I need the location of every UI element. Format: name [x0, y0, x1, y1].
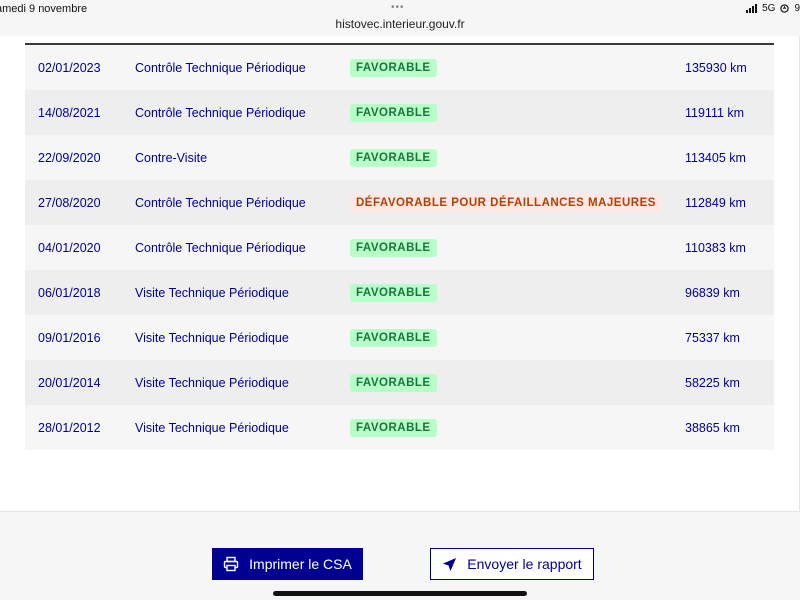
- home-indicator: [273, 591, 527, 596]
- result-cell: FAVORABLE: [350, 58, 437, 77]
- table-row: 22/09/2020 Contre-Visite FAVORABLE 113405 k…: [25, 135, 774, 180]
- odometer-reading: 58225 km: [685, 375, 740, 390]
- odometer-reading: 135930 km: [685, 60, 747, 75]
- result-cell: FAVORABLE: [350, 373, 437, 392]
- table-row: 09/01/2016 Visite Technique Périodique FAV…: [25, 315, 774, 360]
- cellular-signal-icon: [746, 4, 758, 13]
- result-badge: FAVORABLE: [350, 58, 437, 77]
- inspection-type: Visite Technique Périodique: [135, 375, 289, 390]
- table-row: 04/01/2020 Contrôle Technique Périodique F…: [25, 225, 774, 270]
- send-report-button[interactable]: Envoyer le rapport: [430, 548, 594, 580]
- printer-icon: [223, 556, 239, 572]
- inspection-table: 02/01/2023 Contrôle Technique Périodique F…: [25, 45, 774, 450]
- result-badge: FAVORABLE: [350, 373, 437, 392]
- result-badge: FAVORABLE: [350, 238, 437, 257]
- result-cell: FAVORABLE: [350, 283, 437, 302]
- print-csa-label: Imprimer le CSA: [249, 556, 352, 572]
- inspection-type: Contrôle Technique Périodique: [135, 60, 306, 75]
- status-indicators: 5G 9: [746, 3, 800, 14]
- odometer-reading: 110383 km: [685, 240, 746, 255]
- inspection-date: 27/08/2020: [38, 195, 101, 210]
- table-row: 28/01/2012 Visite Technique Périodique FAV…: [25, 405, 774, 450]
- inspection-date: 09/01/2016: [38, 330, 101, 345]
- inspection-date: 06/01/2018: [38, 285, 101, 300]
- odometer-reading: 38865 km: [685, 420, 740, 435]
- result-badge: FAVORABLE: [350, 103, 437, 122]
- result-cell: FAVORABLE: [350, 148, 437, 167]
- action-footer: Imprimer le CSA Envoyer le rapport: [0, 512, 800, 600]
- browser-status-bar: amedi 9 novembre ••• histovec.interieur.…: [0, 0, 800, 36]
- result-cell: FAVORABLE: [350, 328, 437, 347]
- address-bar-url[interactable]: histovec.interieur.gouv.fr: [0, 17, 800, 31]
- odometer-reading: 119111 km: [685, 105, 745, 120]
- inspection-type: Contre-Visite: [135, 150, 208, 165]
- result-cell: FAVORABLE: [350, 418, 437, 437]
- odometer-reading: 112849 km: [685, 195, 746, 210]
- more-options-icon[interactable]: •••: [391, 2, 405, 13]
- status-date: amedi 9 novembre: [0, 3, 88, 15]
- table-row: 20/01/2014 Visite Technique Périodique FAV…: [25, 360, 774, 405]
- inspection-date: 20/01/2014: [38, 375, 101, 390]
- odometer-reading: 75337 km: [685, 330, 740, 345]
- send-icon: [443, 557, 457, 571]
- inspection-date: 02/01/2023: [38, 60, 101, 75]
- inspection-type: Visite Technique Périodique: [135, 420, 289, 435]
- result-badge: FAVORABLE: [350, 148, 437, 167]
- inspection-type: Visite Technique Périodique: [135, 330, 289, 345]
- inspection-date: 28/01/2012: [38, 420, 101, 435]
- inspection-date: 14/08/2021: [38, 105, 101, 120]
- table-row: 14/08/2021 Contrôle Technique Périodique F…: [25, 90, 774, 135]
- table-row: 27/08/2020 Contrôle Technique Périodique D…: [25, 180, 774, 225]
- inspection-type: Contrôle Technique Périodique: [135, 195, 306, 210]
- odometer-reading: 113405 km: [685, 150, 746, 165]
- table-row: 06/01/2018 Visite Technique Périodique FAV…: [25, 270, 774, 315]
- table-row: 02/01/2023 Contrôle Technique Périodique F…: [25, 45, 774, 90]
- inspection-date: 22/09/2020: [38, 150, 101, 165]
- location-icon: [780, 4, 790, 13]
- inspection-type: Visite Technique Périodique: [135, 285, 289, 300]
- status-edge-text: 9: [794, 3, 800, 14]
- result-badge: FAVORABLE: [350, 418, 437, 437]
- send-report-label: Envoyer le rapport: [467, 556, 582, 572]
- result-cell: FAVORABLE: [350, 103, 437, 122]
- inspection-type: Contrôle Technique Périodique: [135, 105, 306, 120]
- odometer-reading: 96839 km: [685, 285, 740, 300]
- print-csa-button[interactable]: Imprimer le CSA: [212, 548, 363, 580]
- result-badge: FAVORABLE: [350, 328, 437, 347]
- result-cell: FAVORABLE: [350, 238, 437, 257]
- inspection-type: Contrôle Technique Périodique: [135, 240, 306, 255]
- result-badge: FAVORABLE: [350, 283, 437, 302]
- result-badge: DÉFAVORABLE POUR DÉFAILLANCES MAJEURES: [350, 193, 662, 212]
- result-cell: DÉFAVORABLE POUR DÉFAILLANCES MAJEURES: [350, 193, 662, 212]
- inspection-history-card: 02/01/2023 Contrôle Technique Périodique F…: [0, 36, 800, 512]
- inspection-date: 04/01/2020: [38, 240, 101, 255]
- network-type: 5G: [762, 3, 776, 14]
